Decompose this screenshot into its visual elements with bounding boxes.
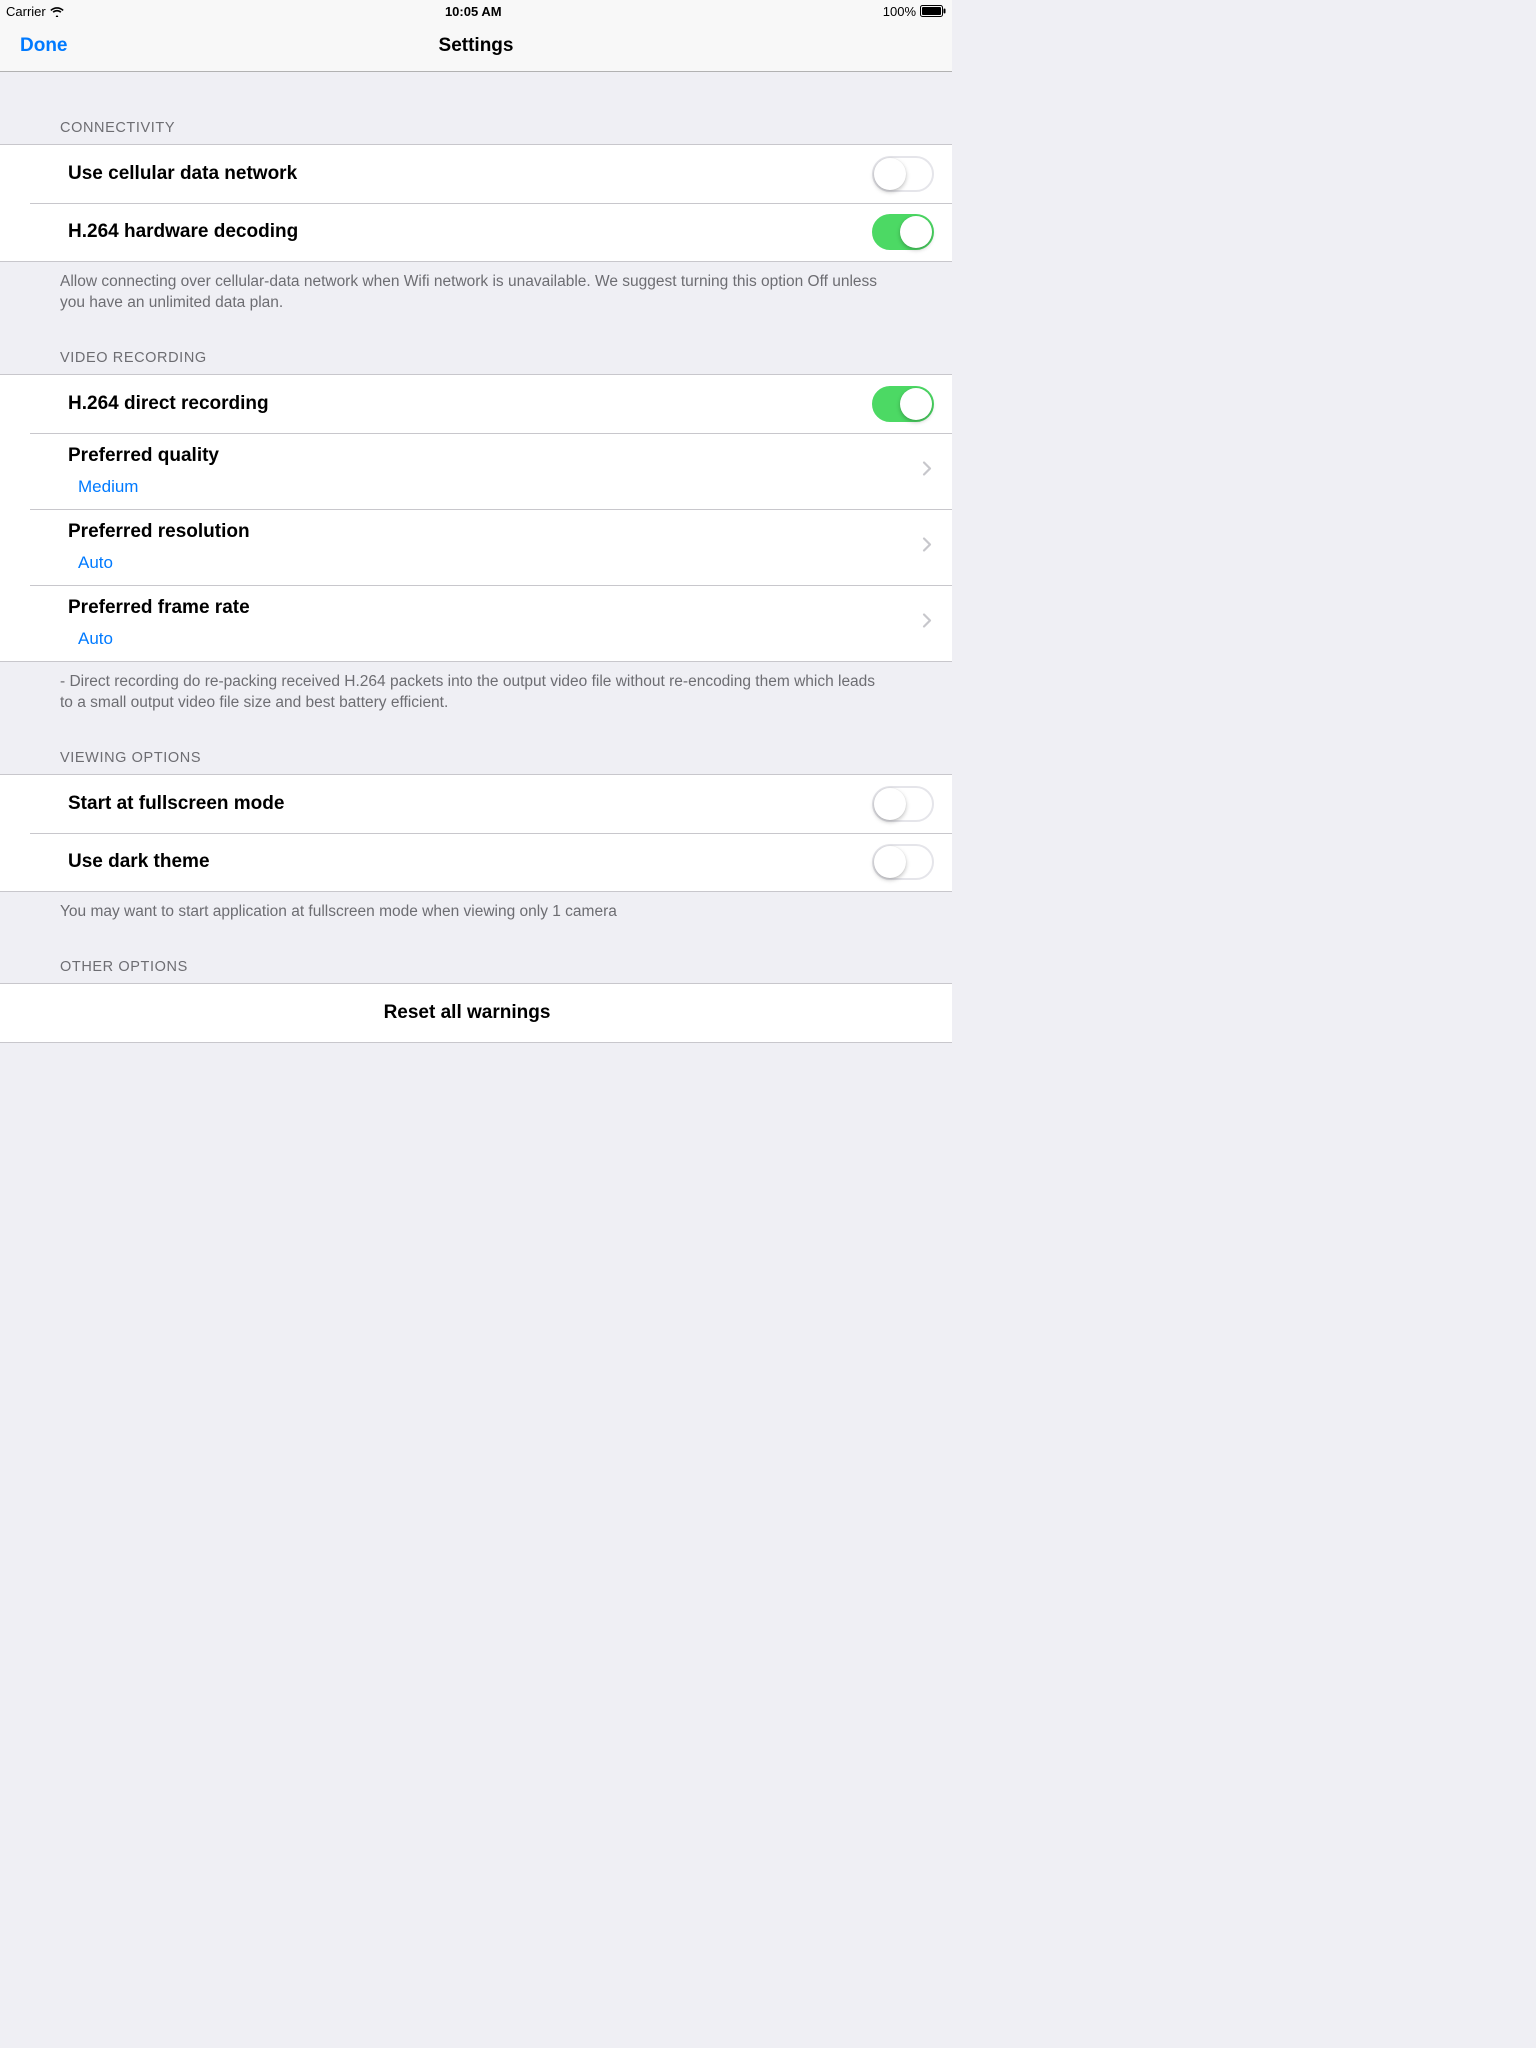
section-header-connectivity: Connectivity: [0, 72, 952, 144]
row-preferred-framerate[interactable]: Preferred frame rate Auto: [0, 585, 952, 661]
fullscreen-toggle[interactable]: [872, 786, 934, 822]
page-title: Settings: [439, 35, 514, 57]
row-preferred-quality[interactable]: Preferred quality Medium: [0, 433, 952, 509]
chevron-right-icon: [922, 460, 932, 481]
framerate-value: Auto: [68, 629, 113, 649]
row-cellular[interactable]: Use cellular data network: [0, 145, 952, 203]
quality-value: Medium: [68, 477, 138, 497]
battery-icon: [920, 5, 946, 17]
section-footer-video: - Direct recording do re-packing receive…: [0, 662, 952, 722]
fullscreen-label: Start at fullscreen mode: [68, 793, 872, 815]
dark-theme-label: Use dark theme: [68, 851, 872, 873]
reset-warnings-label: Reset all warnings: [384, 1002, 551, 1024]
row-reset-warnings[interactable]: Reset all warnings: [0, 984, 952, 1042]
row-preferred-resolution[interactable]: Preferred resolution Auto: [0, 509, 952, 585]
cellular-label: Use cellular data network: [68, 163, 872, 185]
quality-label: Preferred quality: [68, 445, 219, 471]
group-connectivity: Use cellular data network H.264 hardware…: [0, 144, 952, 262]
section-header-video: Video recording: [0, 322, 952, 374]
status-bar: Carrier 10:05 AM 100%: [0, 0, 952, 20]
cellular-toggle[interactable]: [872, 156, 934, 192]
row-h264-hw[interactable]: H.264 hardware decoding: [0, 203, 952, 261]
nav-bar: Done Settings: [0, 20, 952, 72]
section-footer-connectivity: Allow connecting over cellular-data netw…: [0, 262, 952, 322]
chevron-right-icon: [922, 612, 932, 633]
group-viewing: Start at fullscreen mode Use dark theme: [0, 774, 952, 892]
carrier-label: Carrier: [6, 4, 46, 19]
dark-theme-toggle[interactable]: [872, 844, 934, 880]
section-header-other: Other options: [0, 931, 952, 983]
h264-hw-toggle[interactable]: [872, 214, 934, 250]
battery-percent: 100%: [883, 4, 916, 19]
section-header-viewing: Viewing options: [0, 722, 952, 774]
resolution-value: Auto: [68, 553, 113, 573]
framerate-label: Preferred frame rate: [68, 597, 250, 623]
status-time: 10:05 AM: [445, 4, 502, 19]
direct-recording-label: H.264 direct recording: [68, 393, 872, 415]
direct-recording-toggle[interactable]: [872, 386, 934, 422]
row-dark-theme[interactable]: Use dark theme: [0, 833, 952, 891]
chevron-right-icon: [922, 536, 932, 557]
group-video: H.264 direct recording Preferred quality…: [0, 374, 952, 662]
group-other: Reset all warnings: [0, 983, 952, 1043]
row-direct-recording[interactable]: H.264 direct recording: [0, 375, 952, 433]
section-footer-viewing: You may want to start application at ful…: [0, 892, 952, 931]
h264-hw-label: H.264 hardware decoding: [68, 221, 872, 243]
row-fullscreen[interactable]: Start at fullscreen mode: [0, 775, 952, 833]
resolution-label: Preferred resolution: [68, 521, 250, 547]
done-button[interactable]: Done: [20, 35, 68, 57]
wifi-icon: [50, 6, 64, 17]
